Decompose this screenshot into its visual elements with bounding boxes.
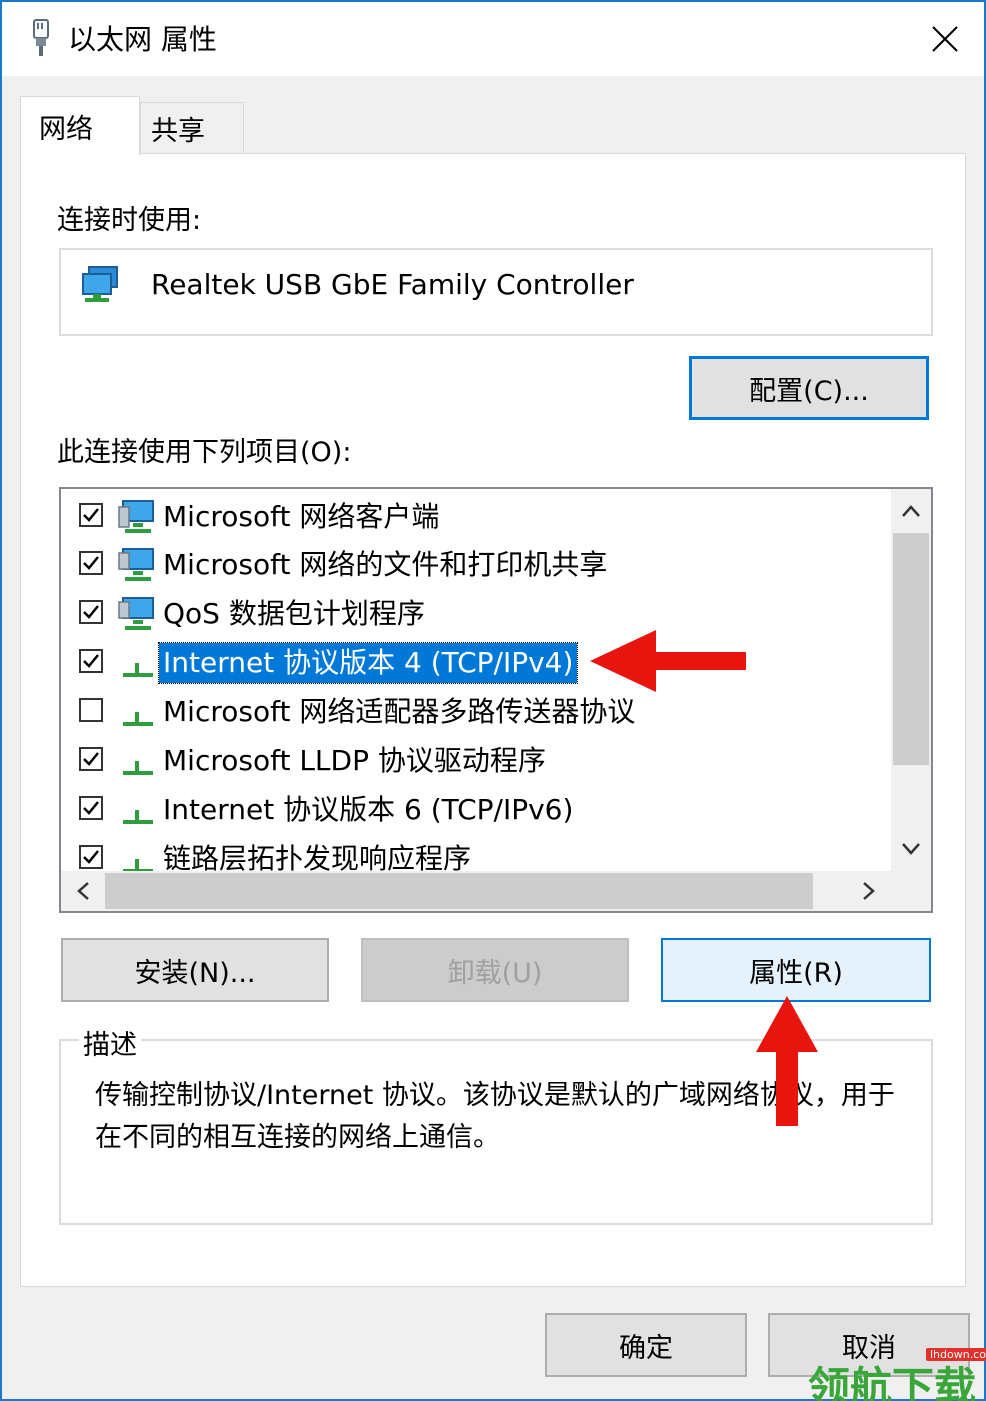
checkmark-icon [83, 801, 99, 815]
item-label: Internet 协议版本 4 (TCP/IPv4) [157, 642, 579, 684]
description-legend: 描述 [79, 1023, 141, 1062]
scroll-left-button[interactable] [65, 873, 101, 909]
item-checkbox[interactable] [79, 698, 103, 722]
watermark-site: lhdown.com [926, 1348, 986, 1361]
vertical-scrollbar[interactable] [891, 489, 931, 871]
scrollbar-corner [891, 871, 931, 911]
install-button[interactable]: 安装(N)... [61, 938, 329, 1002]
network-adapter-icon [82, 266, 118, 302]
protocol-icon [123, 712, 153, 726]
item-checkbox[interactable] [79, 503, 103, 527]
item-label: Internet 协议版本 6 (TCP/IPv6) [163, 793, 574, 826]
horizontal-scrollbar[interactable] [61, 871, 891, 911]
network-client-icon [118, 500, 154, 533]
properties-button[interactable]: 属性(R) [661, 938, 931, 1002]
chevron-up-icon [902, 505, 920, 517]
vertical-scroll-thumb[interactable] [893, 533, 929, 765]
item-checkbox[interactable] [79, 600, 103, 624]
tab-network[interactable]: 网络 [20, 96, 140, 156]
checkmark-icon [83, 605, 99, 619]
protocol-icon [123, 810, 153, 824]
uninstall-button[interactable]: 卸载(U) [361, 938, 629, 1002]
close-button[interactable] [906, 2, 984, 76]
ethernet-cable-icon [33, 19, 49, 56]
checkmark-icon [83, 556, 99, 570]
scroll-right-button[interactable] [851, 873, 887, 909]
chevron-right-icon [863, 882, 875, 900]
list-item[interactable]: Internet 协议版本 6 (TCP/IPv6) [61, 786, 891, 832]
item-label: Microsoft 网络适配器多路传送器协议 [163, 695, 636, 728]
chevron-left-icon [77, 882, 89, 900]
components-list[interactable]: Microsoft 网络客户端 Microsoft 网络的文件和打印机共享 Qo… [59, 487, 933, 913]
checkmark-icon [83, 752, 99, 766]
window-title: 以太网 属性 [68, 23, 217, 56]
network-tab-panel: 连接时使用: Realtek USB GbE Family Controller… [20, 153, 966, 1287]
checkmark-icon [83, 850, 99, 864]
title-bar: 以太网 属性 [2, 2, 984, 76]
qos-scheduler-icon [118, 597, 154, 630]
adapter-box: Realtek USB GbE Family Controller [59, 248, 933, 336]
components-list-items: Microsoft 网络客户端 Microsoft 网络的文件和打印机共享 Qo… [61, 489, 891, 871]
list-item[interactable]: 链路层拓扑发现响应程序 [61, 835, 891, 871]
item-label: Microsoft LLDP 协议驱动程序 [163, 744, 546, 777]
scroll-down-button[interactable] [893, 831, 929, 867]
site-watermark: 领航下载 lhdown.com [808, 1344, 986, 1401]
item-checkbox[interactable] [79, 747, 103, 771]
configure-button[interactable]: 配置(C)... [689, 356, 929, 420]
list-item[interactable]: Microsoft LLDP 协议驱动程序 [61, 737, 891, 783]
items-label: 此连接使用下列项目(O): [57, 437, 352, 468]
protocol-icon [123, 663, 153, 677]
adapter-name: Realtek USB GbE Family Controller [151, 268, 634, 301]
item-label: Microsoft 网络客户端 [163, 500, 440, 533]
scroll-up-button[interactable] [893, 493, 929, 529]
protocol-icon [123, 761, 153, 775]
tab-bar: 网络 共享 [20, 96, 970, 156]
item-label: 链路层拓扑发现响应程序 [163, 842, 472, 871]
annotation-arrow-up-icon [756, 996, 818, 1126]
list-item[interactable]: QoS 数据包计划程序 [61, 590, 891, 636]
annotation-arrow-left-icon [590, 630, 746, 692]
checkmark-icon [83, 508, 99, 522]
list-item[interactable]: Microsoft 网络的文件和打印机共享 [61, 541, 891, 587]
tab-sharing[interactable]: 共享 [140, 102, 244, 154]
close-icon [932, 26, 958, 52]
ok-button[interactable]: 确定 [545, 1313, 747, 1377]
item-label: QoS 数据包计划程序 [163, 597, 425, 630]
watermark-text: 领航下载 [808, 1363, 977, 1401]
connect-using-label: 连接时使用: [57, 205, 202, 236]
item-label: Microsoft 网络的文件和打印机共享 [163, 548, 608, 581]
properties-dialog: 以太网 属性 网络 共享 连接时使用: Realtek USB GbE Fami… [0, 0, 986, 1401]
horizontal-scroll-thumb[interactable] [105, 873, 813, 909]
item-checkbox[interactable] [79, 796, 103, 820]
chevron-down-icon [902, 843, 920, 855]
list-item-selected[interactable]: Internet 协议版本 4 (TCP/IPv4) [61, 639, 891, 685]
item-checkbox[interactable] [79, 845, 103, 869]
list-item[interactable]: Microsoft 网络适配器多路传送器协议 [61, 688, 891, 734]
protocol-icon [123, 859, 153, 871]
file-printer-sharing-icon [118, 548, 154, 581]
checkmark-icon [83, 654, 99, 668]
list-item[interactable]: Microsoft 网络客户端 [61, 493, 891, 539]
item-checkbox[interactable] [79, 551, 103, 575]
item-checkbox[interactable] [79, 649, 103, 673]
